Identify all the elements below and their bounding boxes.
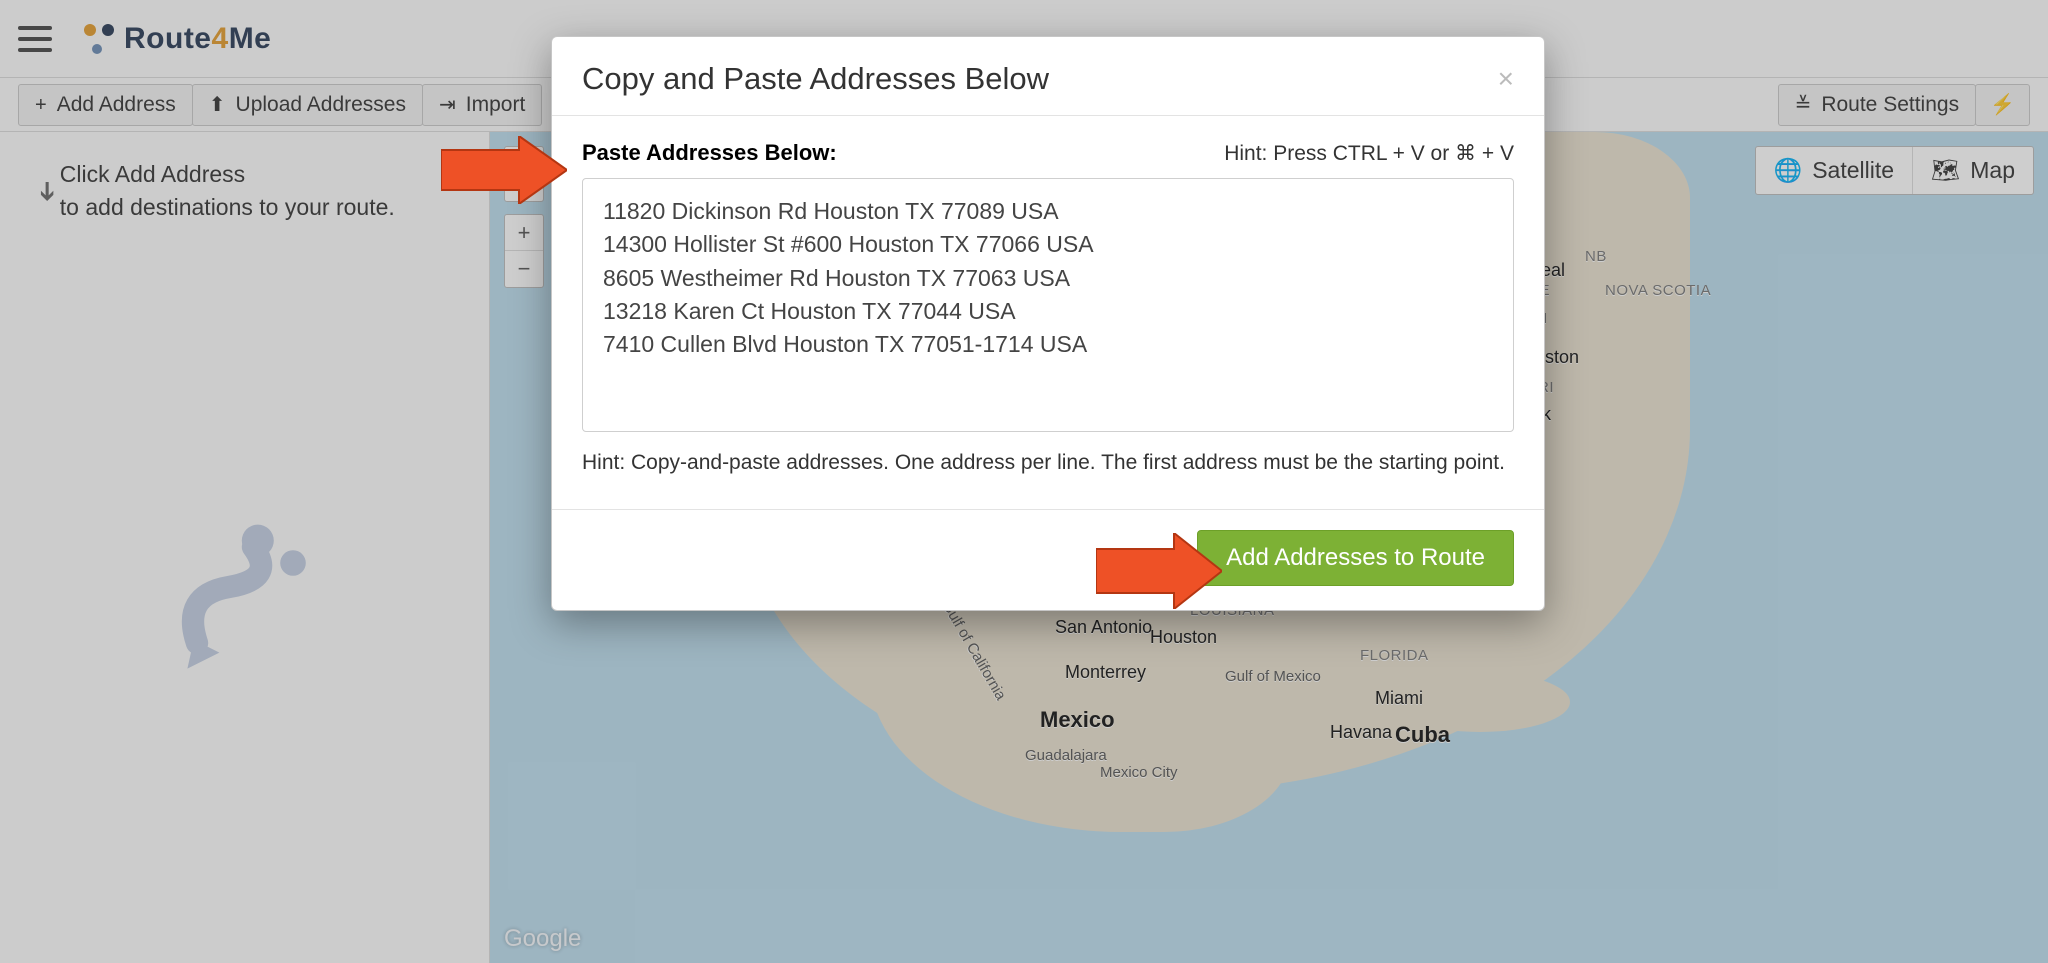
- paste-addresses-modal: Copy and Paste Addresses Below × Paste A…: [551, 36, 1545, 611]
- modal-footer: Add Addresses to Route: [552, 509, 1544, 610]
- modal-title: Copy and Paste Addresses Below: [582, 61, 1049, 97]
- add-addresses-label: Add Addresses to Route: [1226, 544, 1485, 571]
- paste-hint-bottom: Hint: Copy-and-paste addresses. One addr…: [582, 437, 1514, 499]
- paste-label: Paste Addresses Below:: [582, 140, 837, 166]
- addresses-textarea[interactable]: [582, 178, 1514, 432]
- add-addresses-button[interactable]: Add Addresses to Route: [1197, 530, 1514, 586]
- annotation-arrow-2: [1096, 533, 1222, 609]
- modal-body: Paste Addresses Below: Hint: Press CTRL …: [552, 116, 1544, 509]
- annotation-arrow-1: [441, 136, 567, 204]
- modal-header: Copy and Paste Addresses Below ×: [552, 37, 1544, 116]
- modal-close-button[interactable]: ×: [1498, 63, 1514, 95]
- paste-hint-keys: Hint: Press CTRL + V or ⌘ + V: [1224, 141, 1514, 166]
- close-icon: ×: [1498, 63, 1514, 94]
